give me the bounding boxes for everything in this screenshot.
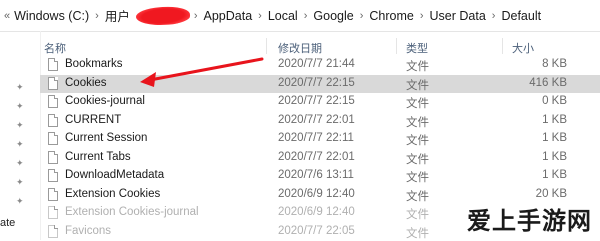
column-divider[interactable] [396, 38, 397, 54]
file-size: 1 KB [542, 114, 567, 126]
file-type: 文件 [406, 114, 429, 130]
file-size: 20 KB [536, 188, 567, 200]
pin-icon[interactable]: ✦ [16, 178, 25, 187]
crumb-separator-icon[interactable]: › [418, 10, 426, 22]
address-bar[interactable]: « Windows (C:) › 用户 › AppData › Local › … [0, 0, 600, 32]
crumb-user-data[interactable]: User Data [426, 9, 490, 23]
file-row-current-session[interactable]: Current Session 2020/7/7 22:11 文件 1 KB [40, 130, 600, 149]
redacted-username-scribble [135, 5, 190, 27]
file-date: 2020/7/7 22:15 [278, 77, 355, 89]
file-icon [48, 114, 58, 127]
file-size: 0 KB [542, 95, 567, 107]
file-type: 文件 [406, 58, 429, 74]
file-row-current-tabs[interactable]: Current Tabs 2020/7/7 22:01 文件 1 KB [40, 149, 600, 168]
pin-icon[interactable]: ✦ [16, 102, 25, 111]
file-name: Cookies-journal [65, 95, 145, 107]
file-icon [48, 206, 58, 219]
file-name: Extension Cookies [65, 188, 160, 200]
file-icon [48, 58, 58, 71]
pin-icon[interactable]: ✦ [16, 159, 25, 168]
watermark-logo: 爱上手游网 [467, 201, 592, 236]
file-row-cookies-journal[interactable]: Cookies-journal 2020/7/7 22:15 文件 0 KB [40, 93, 600, 112]
file-name: DownloadMetadata [65, 169, 164, 181]
file-row-bookmarks[interactable]: Bookmarks 2020/7/7 21:44 文件 8 KB [40, 56, 600, 75]
file-icon [48, 95, 58, 108]
file-size: 1 KB [542, 151, 567, 163]
crumb-chrome[interactable]: Chrome [365, 9, 417, 23]
file-date: 2020/7/6 13:11 [278, 169, 354, 181]
file-icon [48, 77, 58, 90]
crumb-local[interactable]: Local [264, 9, 302, 23]
crumb-separator-icon[interactable]: › [302, 10, 310, 22]
file-icon [48, 132, 58, 145]
file-size: 416 KB [529, 77, 567, 89]
crumb-separator-icon[interactable]: › [358, 10, 366, 22]
file-icon [48, 151, 58, 164]
column-divider[interactable] [266, 38, 267, 54]
file-row-download-metadata[interactable]: DownloadMetadata 2020/7/6 13:11 文件 1 KB [40, 167, 600, 186]
navigation-pane[interactable]: ✦ ✦ ✦ ✦ ✦ ✦ ✦ ate [0, 31, 41, 240]
column-divider[interactable] [502, 38, 503, 54]
file-size: 1 KB [542, 169, 567, 181]
crumb-appdata[interactable]: AppData [200, 9, 257, 23]
file-date: 2020/7/7 22:01 [278, 151, 355, 163]
file-type: 文件 [406, 169, 429, 185]
file-icon [48, 188, 58, 201]
nav-item-label[interactable]: ate [0, 217, 15, 229]
file-type: 文件 [406, 95, 429, 111]
file-type: 文件 [406, 132, 429, 148]
file-date: 2020/6/9 12:40 [278, 188, 355, 200]
file-icon [48, 169, 58, 182]
column-header[interactable]: 名称 修改日期 类型 大小 [40, 38, 600, 55]
crumb-separator-icon[interactable]: › [256, 10, 264, 22]
file-name: Favicons [65, 225, 111, 237]
file-date: 2020/7/7 22:05 [278, 225, 355, 237]
crumb-google[interactable]: Google [309, 9, 357, 23]
file-date: 2020/7/7 22:15 [278, 95, 355, 107]
file-date: 2020/7/7 21:44 [278, 58, 355, 70]
file-name: Extension Cookies-journal [65, 206, 199, 218]
file-type: 文件 [406, 151, 429, 167]
file-type: 文件 [406, 206, 429, 222]
file-date: 2020/7/7 22:01 [278, 114, 355, 126]
crumb-users[interactable]: 用户 [101, 6, 134, 25]
file-name: Bookmarks [65, 58, 123, 70]
file-size: 1 KB [542, 132, 567, 144]
file-icon [48, 225, 58, 238]
crumb-separator-icon[interactable]: › [192, 10, 200, 22]
column-date[interactable]: 修改日期 [278, 40, 322, 56]
file-type: 文件 [406, 77, 429, 93]
file-type: 文件 [406, 188, 429, 204]
crumb-separator-icon[interactable]: › [490, 10, 498, 22]
back-chevron-icon[interactable]: « [0, 10, 10, 22]
file-row-cookies[interactable]: Cookies 2020/7/7 22:15 文件 416 KB [40, 75, 600, 94]
file-name: Cookies [65, 77, 107, 89]
crumb-separator-icon[interactable]: › [93, 10, 101, 22]
file-size: 8 KB [542, 58, 567, 70]
crumb-default[interactable]: Default [497, 9, 545, 23]
file-row-current[interactable]: CURRENT 2020/7/7 22:01 文件 1 KB [40, 112, 600, 131]
file-name: Current Tabs [65, 151, 131, 163]
column-size[interactable]: 大小 [512, 40, 534, 56]
file-date: 2020/7/7 22:11 [278, 132, 354, 144]
pin-icon[interactable]: ✦ [16, 140, 25, 149]
column-type[interactable]: 类型 [406, 40, 428, 56]
file-date: 2020/6/9 12:40 [278, 206, 355, 218]
file-name: CURRENT [65, 114, 121, 126]
file-name: Current Session [65, 132, 147, 144]
pin-icon[interactable]: ✦ [16, 121, 25, 130]
file-type: 文件 [406, 225, 429, 241]
pin-icon[interactable]: ✦ [16, 83, 25, 92]
pin-icon[interactable]: ✦ [16, 197, 25, 206]
column-name[interactable]: 名称 [44, 40, 66, 56]
crumb-drive[interactable]: Windows (C:) [10, 9, 93, 23]
